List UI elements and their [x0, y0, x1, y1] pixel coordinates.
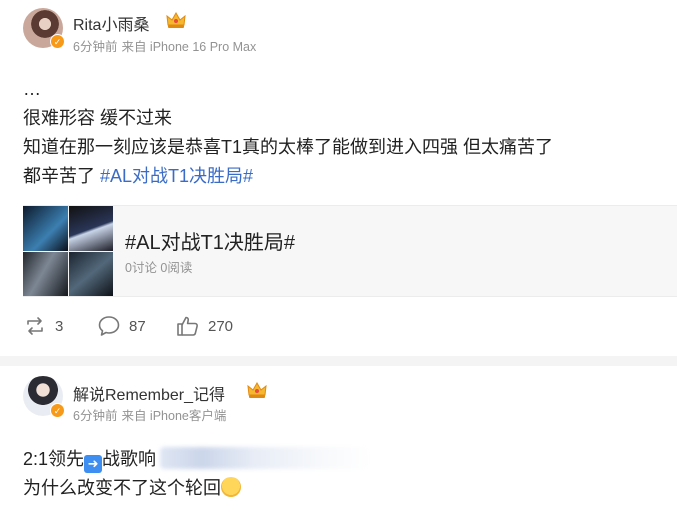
- crown-icon: [246, 380, 268, 400]
- arrow-right-emoji-icon: ➜: [84, 455, 103, 473]
- svg-text:✓: ✓: [54, 407, 62, 417]
- post-meta: 6分钟前 来自 iPhone 16 Pro Max: [73, 36, 260, 55]
- post-content: 2:1领先 ➜ 战歌响 为什么改变不了这个轮回: [23, 445, 371, 503]
- blurred-emoji-strip: [160, 447, 371, 469]
- crown-icon: [165, 10, 187, 30]
- content-line: 知道在那一刻应该是恭喜T1真的太棒了能做到进入四强 但太痛苦了: [23, 137, 554, 157]
- topic-card[interactable]: #AL对战T1决胜局# 0讨论 0阅读: [23, 205, 677, 297]
- comment-icon: [98, 316, 120, 336]
- like-button[interactable]: 270: [176, 313, 233, 339]
- post-meta: 6分钟前 来自 iPhone客户端: [73, 405, 230, 424]
- post-source: 来自 iPhone客户端: [121, 409, 227, 423]
- username[interactable]: 解说Remember_记得: [73, 381, 225, 405]
- post-divider: [0, 356, 677, 366]
- repost-icon: [27, 317, 43, 335]
- post-source: 来自 iPhone 16 Pro Max: [121, 40, 257, 54]
- comment-button[interactable]: 87: [97, 313, 146, 339]
- post-content: … 很难形容 缓不过来 知道在那一刻应该是恭喜T1真的太棒了能做到进入四强 但太…: [23, 75, 553, 191]
- post-time[interactable]: 6分钟前: [73, 409, 117, 423]
- content-text: 都辛苦了: [23, 166, 101, 186]
- crying-emoji-icon: [221, 477, 241, 497]
- topic-title: #AL对战T1决胜局#: [125, 232, 296, 254]
- like-icon: [177, 316, 198, 336]
- username[interactable]: Rita小雨桑: [73, 11, 149, 35]
- content-text: 为什么改变不了这个轮回: [23, 478, 221, 498]
- content-text: 战歌响: [102, 449, 157, 469]
- content-text: 2:1领先: [23, 449, 85, 469]
- repost-button[interactable]: 3: [23, 313, 63, 339]
- verified-badge-icon: ✓: [50, 403, 65, 418]
- content-line: 为什么改变不了这个轮回: [23, 474, 370, 503]
- content-line: 2:1领先 ➜ 战歌响: [23, 445, 371, 474]
- content-line: …: [23, 79, 41, 99]
- content-line: 很难形容 缓不过来: [23, 108, 173, 128]
- post-time[interactable]: 6分钟前: [73, 40, 117, 54]
- content-line: 都辛苦了 #AL对战T1决胜局#: [23, 162, 553, 191]
- verified-badge-icon: ✓: [50, 34, 65, 49]
- topic-stats: 0讨论 0阅读: [125, 261, 193, 275]
- hashtag-link[interactable]: #AL对战T1决胜局#: [100, 166, 253, 186]
- svg-text:✓: ✓: [54, 38, 62, 48]
- like-count: 270: [208, 317, 234, 335]
- repost-count: 3: [55, 317, 64, 335]
- topic-thumbnail: [23, 206, 113, 296]
- post-actions: 3 87 270: [0, 313, 677, 339]
- comment-count: 87: [129, 317, 146, 335]
